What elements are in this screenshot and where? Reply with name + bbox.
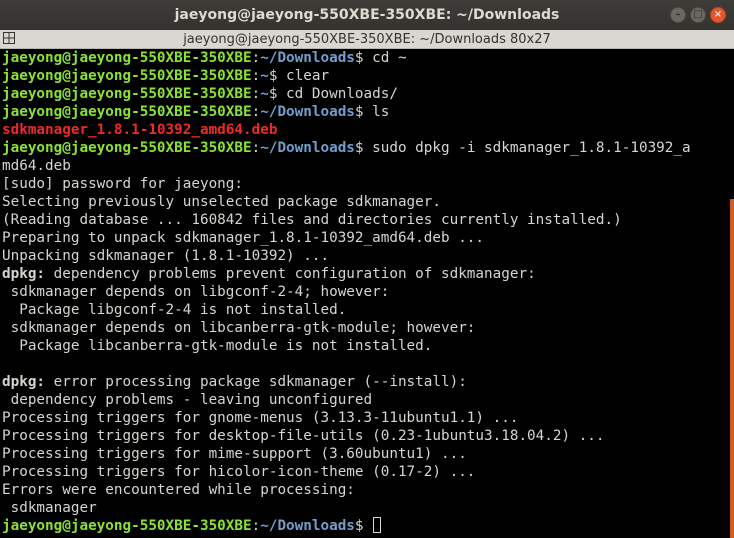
terminal-line: Package libgconf-2-4 is not installed. <box>2 301 730 319</box>
close-button[interactable]: × <box>710 7 726 23</box>
output-text: Processing triggers for hicolor-icon-the… <box>2 464 476 480</box>
prompt-separator: : <box>251 140 261 156</box>
terminal-line: Package libcanberra-gtk-module is not in… <box>2 337 730 355</box>
terminal-line: Errors were encountered while processing… <box>2 481 730 499</box>
output-text: sdkmanager depends on libcanberra-gtk-mo… <box>2 320 476 336</box>
terminal-line: Processing triggers for hicolor-icon-the… <box>2 463 730 481</box>
output-text: [sudo] password for jaeyong: <box>2 176 244 192</box>
output-text: Package libgconf-2-4 is not installed. <box>2 302 347 318</box>
window-title: jaeyong@jaeyong-550XBE-350XBE: ~/Downloa… <box>174 7 560 23</box>
terminal-lines: jaeyong@jaeyong-550XBE-350XBE:~/Download… <box>2 49 730 535</box>
prompt-separator: : <box>251 86 261 102</box>
command-text: $ <box>354 518 373 534</box>
prompt-path: ~ <box>260 68 269 84</box>
output-text: md64.deb <box>2 158 71 174</box>
cursor <box>373 517 382 533</box>
prompt-user: jaeyong@jaeyong-550XBE-350XBE <box>2 68 252 84</box>
prompt-path: ~/Downloads <box>260 50 355 66</box>
terminal-line: [sudo] password for jaeyong: <box>2 175 730 193</box>
terminal-window: jaeyong@jaeyong-550XBE-350XBE: ~/Downloa… <box>0 0 734 538</box>
output-text: Package libcanberra-gtk-module is not in… <box>2 338 433 354</box>
output-text: Processing triggers for gnome-menus (3.1… <box>2 410 519 426</box>
output-text: dependency problems - leaving unconfigur… <box>2 392 373 408</box>
output-text: Errors were encountered while processing… <box>2 482 355 498</box>
grid-icon[interactable] <box>3 32 15 44</box>
terminal-line: Processing triggers for gnome-menus (3.1… <box>2 409 730 427</box>
terminal-line: dpkg: error processing package sdkmanage… <box>2 373 730 391</box>
command-text: $ sudo dpkg -i sdkmanager_1.8.1-10392_a <box>354 140 691 156</box>
terminal-line: Processing triggers for desktop-file-uti… <box>2 427 730 445</box>
output-text: Unpacking sdkmanager (1.8.1-10392) ... <box>2 248 330 264</box>
terminal-line: dependency problems - leaving unconfigur… <box>2 391 730 409</box>
minimize-button[interactable]: – <box>670 7 686 23</box>
command-text: $ cd ~ <box>354 50 407 66</box>
tab-bar: jaeyong@jaeyong-550XBE-350XBE: ~/Downloa… <box>0 30 734 49</box>
terminal-line: jaeyong@jaeyong-550XBE-350XBE:~/Download… <box>2 517 730 535</box>
terminal-line: jaeyong@jaeyong-550XBE-350XBE:~$ clear <box>2 67 730 85</box>
output-text: Preparing to unpack sdkmanager_1.8.1-103… <box>2 230 485 246</box>
command-text: $ clear <box>268 68 330 84</box>
terminal-line: Unpacking sdkmanager (1.8.1-10392) ... <box>2 247 730 265</box>
prompt-path: ~ <box>260 86 269 102</box>
terminal-line: dpkg: dependency problems prevent config… <box>2 265 730 283</box>
prompt-user: jaeyong@jaeyong-550XBE-350XBE <box>2 518 252 534</box>
command-text: $ ls <box>354 104 390 120</box>
terminal-line: md64.deb <box>2 157 730 175</box>
prompt-user: jaeyong@jaeyong-550XBE-350XBE <box>2 50 252 66</box>
title-bar[interactable]: jaeyong@jaeyong-550XBE-350XBE: ~/Downloa… <box>0 0 734 30</box>
output-label: dpkg: <box>2 266 46 282</box>
output-text: (Reading database ... 160842 files and d… <box>2 212 622 228</box>
terminal-line: Selecting previously unselected package … <box>2 193 730 211</box>
terminal-line: sdkmanager <box>2 499 730 517</box>
scrollbar[interactable] <box>730 199 734 538</box>
terminal-line: Processing triggers for mime-support (3.… <box>2 445 730 463</box>
terminal-line: jaeyong@jaeyong-550XBE-350XBE:~/Download… <box>2 103 730 121</box>
output-text: error processing package sdkmanager (--i… <box>45 374 467 390</box>
output-text: Selecting previously unselected package … <box>2 194 441 210</box>
prompt-user: jaeyong@jaeyong-550XBE-350XBE <box>2 86 252 102</box>
prompt-separator: : <box>251 104 261 120</box>
prompt-user: jaeyong@jaeyong-550XBE-350XBE <box>2 140 252 156</box>
terminal-output[interactable]: jaeyong@jaeyong-550XBE-350XBE:~/Download… <box>0 49 734 538</box>
terminal-line: Preparing to unpack sdkmanager_1.8.1-103… <box>2 229 730 247</box>
output-text: sdkmanager depends on libgconf-2-4; howe… <box>2 284 390 300</box>
terminal-line: sdkmanager depends on libgconf-2-4; howe… <box>2 283 730 301</box>
window-controls: – □ × <box>670 7 726 23</box>
prompt-path: ~/Downloads <box>260 140 355 156</box>
output-text: sdkmanager <box>2 500 97 516</box>
prompt-path: ~/Downloads <box>260 518 355 534</box>
terminal-line: jaeyong@jaeyong-550XBE-350XBE:~/Download… <box>2 139 730 157</box>
close-icon: × <box>713 9 723 20</box>
maximize-button[interactable]: □ <box>690 7 706 23</box>
deb-file-name: sdkmanager_1.8.1-10392_amd64.deb <box>2 122 278 138</box>
terminal-line: jaeyong@jaeyong-550XBE-350XBE:~$ cd Down… <box>2 85 730 103</box>
output-text: Processing triggers for mime-support (3.… <box>2 446 467 462</box>
command-text: $ cd Downloads/ <box>268 86 398 102</box>
minimize-icon: – <box>675 9 681 20</box>
prompt-separator: : <box>251 518 261 534</box>
terminal-line: (Reading database ... 160842 files and d… <box>2 211 730 229</box>
tab-title[interactable]: jaeyong@jaeyong-550XBE-350XBE: ~/Downloa… <box>183 32 551 47</box>
terminal-line: jaeyong@jaeyong-550XBE-350XBE:~/Download… <box>2 49 730 67</box>
terminal-line: sdkmanager depends on libcanberra-gtk-mo… <box>2 319 730 337</box>
output-text: dependency problems prevent configuratio… <box>45 266 536 282</box>
output-label: dpkg: <box>2 374 46 390</box>
prompt-user: jaeyong@jaeyong-550XBE-350XBE <box>2 104 252 120</box>
prompt-separator: : <box>251 50 261 66</box>
prompt-path: ~/Downloads <box>260 104 355 120</box>
output-text: Processing triggers for desktop-file-uti… <box>2 428 605 444</box>
maximize-icon: □ <box>693 9 703 20</box>
terminal-line: sdkmanager_1.8.1-10392_amd64.deb <box>2 121 730 139</box>
prompt-separator: : <box>251 68 261 84</box>
